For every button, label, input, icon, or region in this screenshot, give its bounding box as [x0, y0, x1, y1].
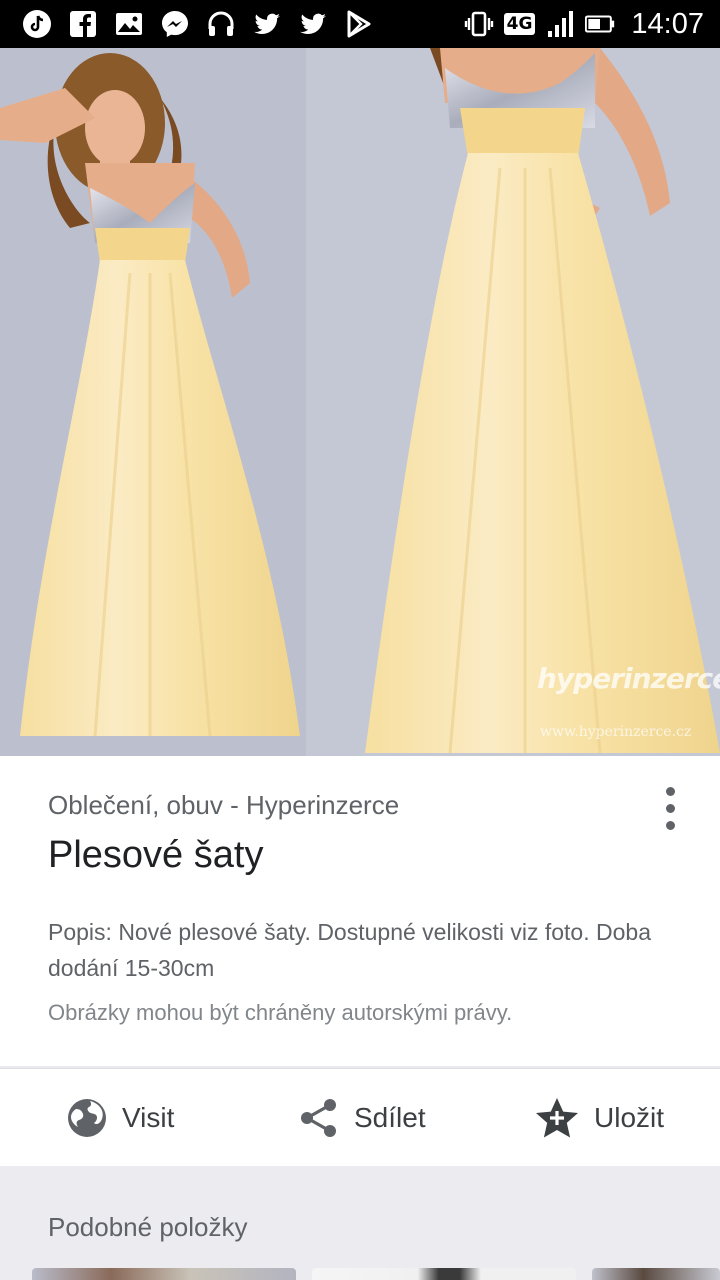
dress-photo-illustration: [0, 48, 720, 756]
save-label: Uložit: [594, 1102, 665, 1133]
facebook-icon: [68, 9, 98, 39]
similar-item-thumbnail[interactable]: [312, 1268, 576, 1280]
result-info-card: Oblečení, obuv - Hyperinzerce Plesové ša…: [0, 756, 720, 1066]
similar-items-section: Podobné položky: [0, 1166, 720, 1280]
action-bar: Visit Sdílet Uložit: [0, 1068, 720, 1166]
messenger-icon: [160, 9, 190, 39]
gallery-icon: [114, 9, 144, 39]
more-options-button[interactable]: [650, 786, 690, 830]
system-status: 4G 14:07: [464, 0, 704, 48]
battery-icon: [585, 9, 615, 39]
network-type-badge: 4G: [503, 13, 536, 35]
share-icon: [301, 1099, 336, 1137]
image-watermark: hyperinzerce: [537, 662, 720, 695]
visit-button[interactable]: Visit: [66, 1069, 174, 1167]
more-vert-icon: [665, 786, 675, 796]
result-title[interactable]: Plesové šaty: [48, 834, 263, 877]
similar-items-heading: Podobné položky: [48, 1212, 248, 1242]
twitter-icon: [252, 9, 282, 39]
more-vert-icon-dot: [665, 803, 675, 813]
globe-icon: [68, 1099, 106, 1137]
play-store-icon: [344, 9, 374, 39]
product-image[interactable]: hyperinzerce www.hyperinzerce.cz: [0, 48, 720, 756]
headphones-icon: [206, 9, 236, 39]
vibrate-icon: [464, 9, 494, 39]
result-source[interactable]: Oblečení, obuv - Hyperinzerce: [48, 790, 399, 821]
similar-item-thumbnail[interactable]: [592, 1268, 720, 1280]
copyright-notice: Obrázky mohou být chráněny autorskými pr…: [48, 1000, 513, 1025]
visit-label: Visit: [122, 1102, 175, 1133]
share-label: Sdílet: [354, 1102, 426, 1133]
share-button[interactable]: Sdílet: [298, 1069, 426, 1167]
twitter-icon: [298, 9, 328, 39]
more-vert-icon-dot: [665, 820, 675, 830]
signal-icon: [545, 9, 575, 39]
status-time: 14:07: [631, 7, 704, 40]
tiktok-icon: [22, 9, 52, 39]
similar-item-thumbnail[interactable]: [32, 1268, 296, 1280]
status-bar: 4G 14:07: [0, 0, 720, 48]
save-button[interactable]: Uložit: [534, 1069, 664, 1167]
notification-icons: [0, 9, 374, 39]
star-plus-icon: [536, 1098, 578, 1138]
image-watermark-url: www.hyperinzerce.cz: [540, 724, 692, 740]
result-description: Popis: Nové plesové šaty. Dostupné velik…: [48, 919, 651, 981]
